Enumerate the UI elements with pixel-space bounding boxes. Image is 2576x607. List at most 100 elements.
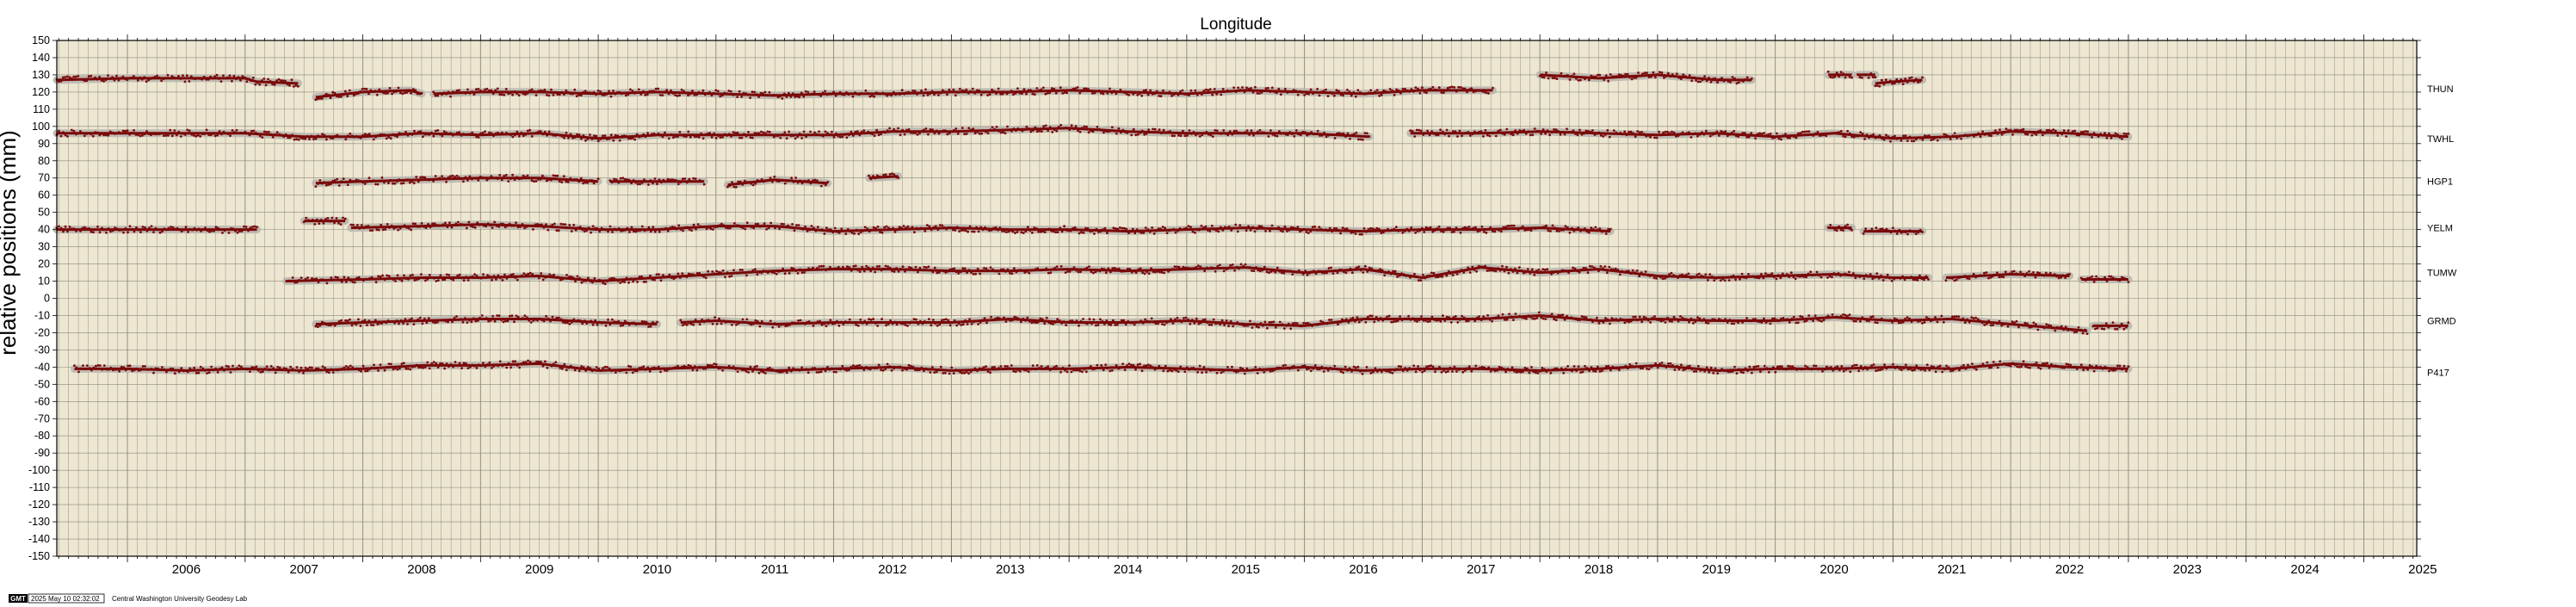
data-point bbox=[1183, 227, 1186, 230]
data-point bbox=[364, 225, 368, 228]
data-point bbox=[1760, 133, 1764, 135]
data-point bbox=[1604, 317, 1607, 319]
data-point bbox=[1257, 225, 1261, 227]
data-point bbox=[1118, 226, 1121, 229]
data-point bbox=[1235, 129, 1238, 133]
data-point bbox=[310, 134, 313, 138]
data-point bbox=[690, 229, 693, 232]
data-point bbox=[1951, 134, 1955, 138]
data-point bbox=[623, 319, 627, 323]
data-point bbox=[2127, 132, 2130, 135]
data-point bbox=[1591, 265, 1594, 268]
data-point bbox=[1807, 130, 1811, 133]
data-point bbox=[1862, 232, 1865, 235]
data-point bbox=[473, 177, 476, 180]
data-point bbox=[495, 278, 497, 281]
data-point bbox=[964, 319, 967, 322]
data-point bbox=[1293, 134, 1296, 138]
data-point bbox=[333, 91, 337, 95]
data-point bbox=[739, 321, 742, 324]
data-point bbox=[1220, 133, 1223, 135]
data-point bbox=[1034, 268, 1037, 270]
data-point bbox=[1377, 319, 1381, 322]
data-point bbox=[346, 95, 349, 98]
data-point bbox=[730, 135, 732, 138]
data-point bbox=[1022, 232, 1025, 234]
data-point bbox=[2019, 270, 2023, 274]
data-point bbox=[1845, 273, 1849, 276]
data-point bbox=[487, 319, 490, 323]
data-point bbox=[1357, 265, 1361, 269]
data-point bbox=[1320, 90, 1323, 93]
data-point bbox=[510, 314, 514, 318]
data-point bbox=[269, 80, 272, 83]
data-point bbox=[1818, 319, 1821, 322]
data-point bbox=[1226, 267, 1230, 270]
data-point bbox=[1252, 133, 1255, 137]
data-point bbox=[1092, 271, 1095, 275]
data-point bbox=[866, 227, 869, 230]
data-point bbox=[1027, 127, 1030, 130]
data-point bbox=[422, 135, 424, 139]
data-point bbox=[1844, 313, 1847, 317]
data-point bbox=[553, 222, 556, 226]
data-point bbox=[871, 266, 874, 269]
data-point bbox=[1803, 130, 1807, 133]
data-point bbox=[660, 227, 664, 231]
data-point bbox=[1842, 72, 1845, 75]
data-point bbox=[727, 90, 731, 92]
data-point bbox=[1657, 275, 1660, 277]
data-point bbox=[1431, 85, 1435, 89]
data-point bbox=[832, 90, 835, 94]
data-point bbox=[1374, 90, 1377, 93]
data-point bbox=[582, 134, 585, 137]
data-point bbox=[1531, 317, 1535, 320]
data-point bbox=[1826, 132, 1830, 135]
data-point bbox=[1484, 317, 1487, 319]
data-point bbox=[904, 269, 906, 273]
data-point bbox=[497, 274, 500, 277]
data-point bbox=[216, 371, 219, 374]
data-point bbox=[1217, 230, 1220, 233]
data-point bbox=[2084, 130, 2087, 133]
data-point bbox=[996, 269, 998, 273]
data-point bbox=[803, 323, 806, 325]
data-point bbox=[1282, 230, 1284, 233]
data-point bbox=[372, 179, 375, 183]
data-point bbox=[573, 136, 577, 139]
data-point bbox=[1541, 268, 1545, 271]
data-point bbox=[1050, 229, 1053, 232]
data-point bbox=[687, 94, 689, 97]
data-point bbox=[1154, 322, 1158, 325]
data-point bbox=[2021, 272, 2024, 276]
data-point bbox=[391, 320, 394, 324]
data-point bbox=[1007, 230, 1010, 233]
data-point bbox=[1829, 224, 1832, 226]
data-point bbox=[404, 318, 407, 320]
data-point bbox=[1966, 276, 1969, 280]
data-point bbox=[1144, 226, 1147, 229]
data-point bbox=[782, 223, 785, 226]
data-point bbox=[1683, 75, 1687, 77]
data-point bbox=[382, 320, 386, 323]
data-point bbox=[1307, 92, 1310, 96]
data-point bbox=[127, 231, 129, 234]
data-point bbox=[1069, 319, 1072, 323]
data-point bbox=[1362, 318, 1365, 321]
data-point bbox=[195, 371, 198, 375]
data-point bbox=[930, 228, 933, 232]
data-point bbox=[1243, 90, 1246, 94]
data-point bbox=[1696, 273, 1699, 276]
data-point bbox=[783, 131, 787, 134]
data-point bbox=[550, 178, 553, 182]
data-point bbox=[516, 364, 519, 367]
data-point bbox=[1900, 139, 1903, 142]
data-point bbox=[337, 184, 341, 187]
data-point bbox=[1192, 267, 1195, 269]
data-point bbox=[357, 276, 361, 279]
data-point bbox=[454, 276, 457, 279]
data-point bbox=[1438, 275, 1442, 278]
data-point bbox=[1562, 228, 1565, 232]
data-point bbox=[315, 367, 318, 370]
data-point bbox=[1085, 125, 1088, 128]
